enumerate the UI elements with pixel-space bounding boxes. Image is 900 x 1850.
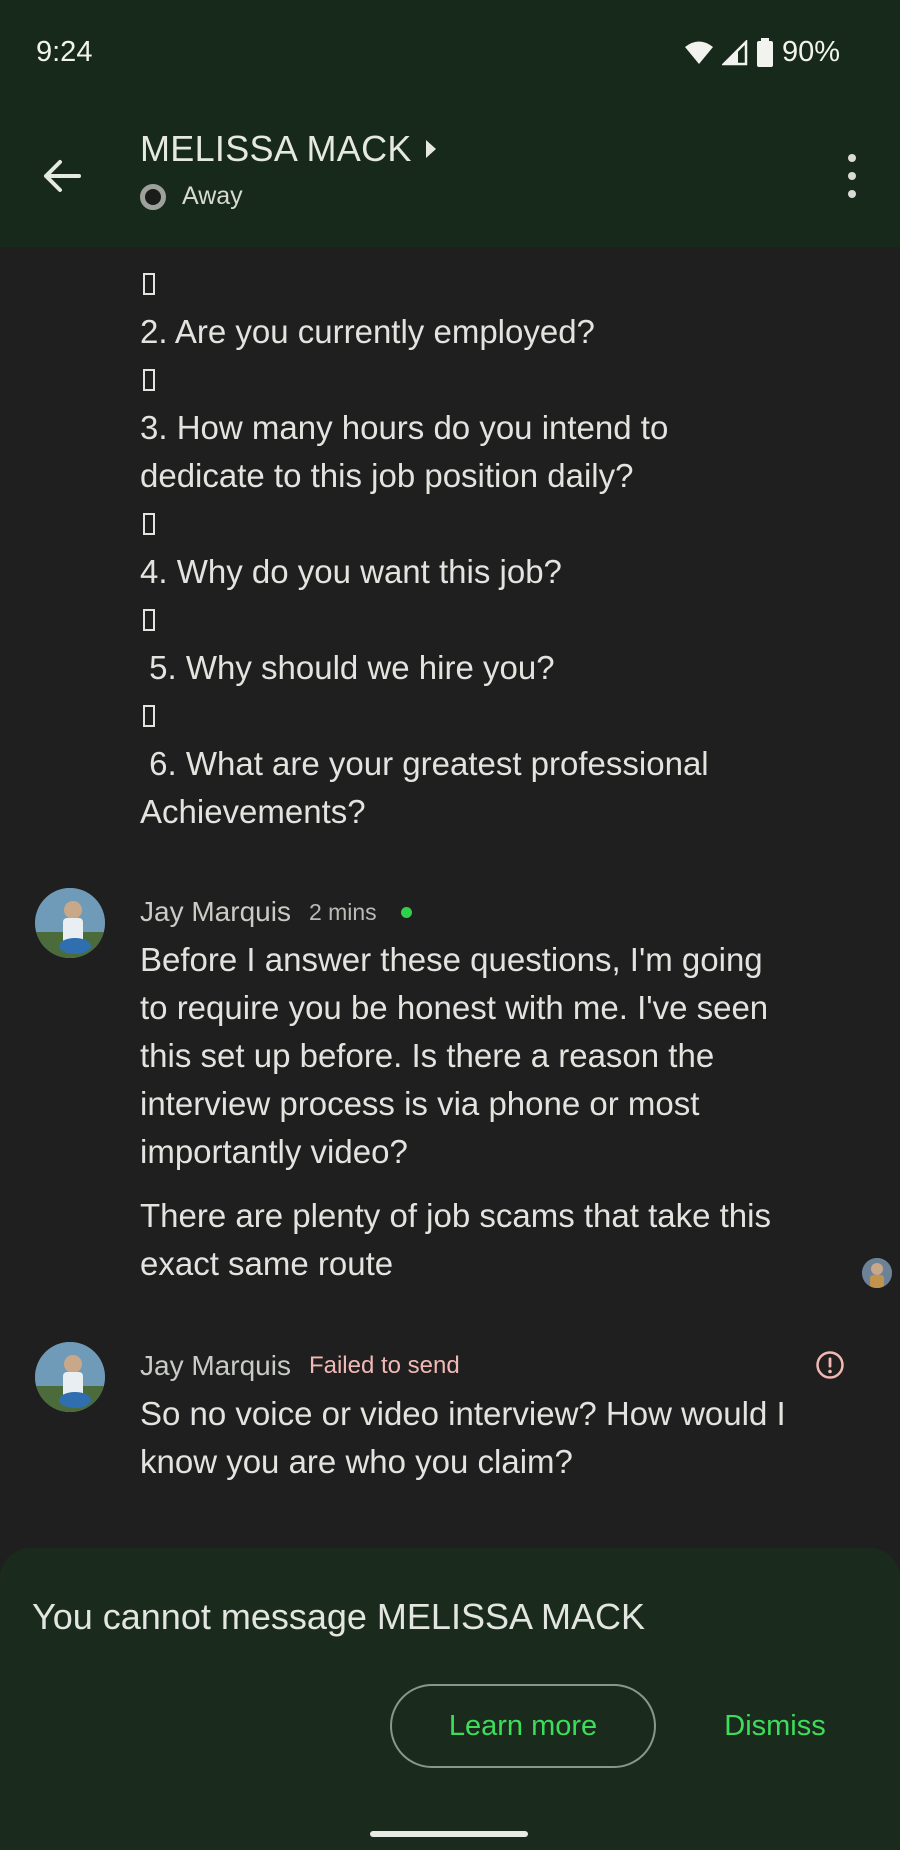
battery-percent: 90% <box>781 36 840 68</box>
battery-icon <box>756 37 773 67</box>
message-line: There are plenty of job scams that take … <box>140 1197 771 1234</box>
message-line: importantly video? <box>140 1133 408 1170</box>
avatar-photo-icon <box>35 888 105 958</box>
caret-right-icon <box>425 140 436 158</box>
error-button[interactable] <box>815 1350 845 1385</box>
unsupported-char-line <box>140 356 840 404</box>
read-receipt-photo-icon <box>862 1258 892 1288</box>
unsupported-glyph-icon <box>143 369 155 391</box>
message-header: Jay Marquis Failed to send <box>140 1342 840 1390</box>
back-button[interactable] <box>38 152 86 200</box>
avatar-photo-icon <box>35 1342 105 1412</box>
message-time: 2 mins <box>308 898 377 925</box>
cannot-message-banner: You cannot message MELISSA MACK Learn mo… <box>0 1548 900 1850</box>
previous-message: 2. Are you currently employed? 3. How ma… <box>140 260 840 836</box>
unsupported-glyph-icon <box>143 513 155 535</box>
unsupported-glyph-icon <box>143 705 155 727</box>
message-line: 5. Why should we hire you? <box>140 649 555 686</box>
unsupported-glyph-icon <box>143 609 155 631</box>
message-line: 4. Why do you want this job? <box>140 553 562 590</box>
unsupported-char-line <box>140 596 840 644</box>
dismiss-button[interactable]: Dismiss <box>700 1684 850 1768</box>
message-line: interview process is via phone or most <box>140 1085 700 1122</box>
unsupported-char-line <box>140 500 840 548</box>
app-bar: 9:24 90% MELISSA MACK Away <box>0 0 900 247</box>
avatar[interactable] <box>35 1342 105 1412</box>
message-line: Before I answer these questions, I'm goi… <box>140 941 763 978</box>
signal-icon <box>721 39 748 65</box>
message-line: So no voice or video interview? How woul… <box>140 1395 786 1432</box>
error-icon <box>816 1351 844 1379</box>
conversation-header[interactable]: MELISSA MACK Away <box>140 128 438 211</box>
away-status-icon <box>140 183 166 210</box>
more-dot-icon <box>848 190 856 198</box>
message-line: exact same route <box>140 1245 394 1282</box>
contact-name[interactable]: MELISSA MACK <box>140 128 438 170</box>
message-line: to require you be honest with me. I've s… <box>140 989 769 1026</box>
message-line: Achievements? <box>140 793 366 830</box>
unsupported-char-line <box>140 260 840 308</box>
status-icons: 90% <box>684 36 840 69</box>
message-item[interactable]: Jay Marquis Failed to send So no voice o… <box>140 1342 840 1486</box>
message-line: dedicate to this job position daily? <box>140 457 634 494</box>
banner-text: You cannot message MELISSA MACK <box>32 1596 646 1637</box>
message-header: Jay Marquis 2 mins <box>140 888 840 936</box>
avatar[interactable] <box>35 888 105 958</box>
message-line: 6. What are your greatest professional <box>140 745 709 782</box>
home-indicator[interactable] <box>370 1831 528 1837</box>
message-line: know you are who you claim? <box>140 1443 573 1480</box>
online-status-icon <box>400 906 412 918</box>
unsupported-char-line <box>140 692 840 740</box>
read-receipt-avatar <box>862 1258 892 1288</box>
message-line: 3. How many hours do you intend to <box>140 409 669 446</box>
more-dot-icon <box>848 154 856 162</box>
arrow-left-icon <box>44 160 81 192</box>
message-line: 2. Are you currently employed? <box>140 313 595 350</box>
message-line: this set up before. Is there a reason th… <box>140 1037 715 1074</box>
more-dot-icon <box>848 172 856 180</box>
sender-name: Jay Marquis <box>140 896 291 927</box>
presence-status: Away <box>140 182 438 211</box>
sender-name: Jay Marquis <box>140 1350 291 1381</box>
more-options-button[interactable] <box>842 154 862 198</box>
message-item[interactable]: Jay Marquis 2 mins Before I answer these… <box>140 888 840 1288</box>
wifi-icon <box>684 41 713 64</box>
presence-label: Away <box>182 182 243 210</box>
unsupported-glyph-icon <box>143 273 155 295</box>
failed-to-send-label[interactable]: Failed to send <box>309 1352 460 1380</box>
learn-more-button[interactable]: Learn more <box>390 1684 656 1768</box>
status-time: 9:24 <box>36 36 93 68</box>
contact-name-text: MELISSA MACK <box>140 128 412 169</box>
